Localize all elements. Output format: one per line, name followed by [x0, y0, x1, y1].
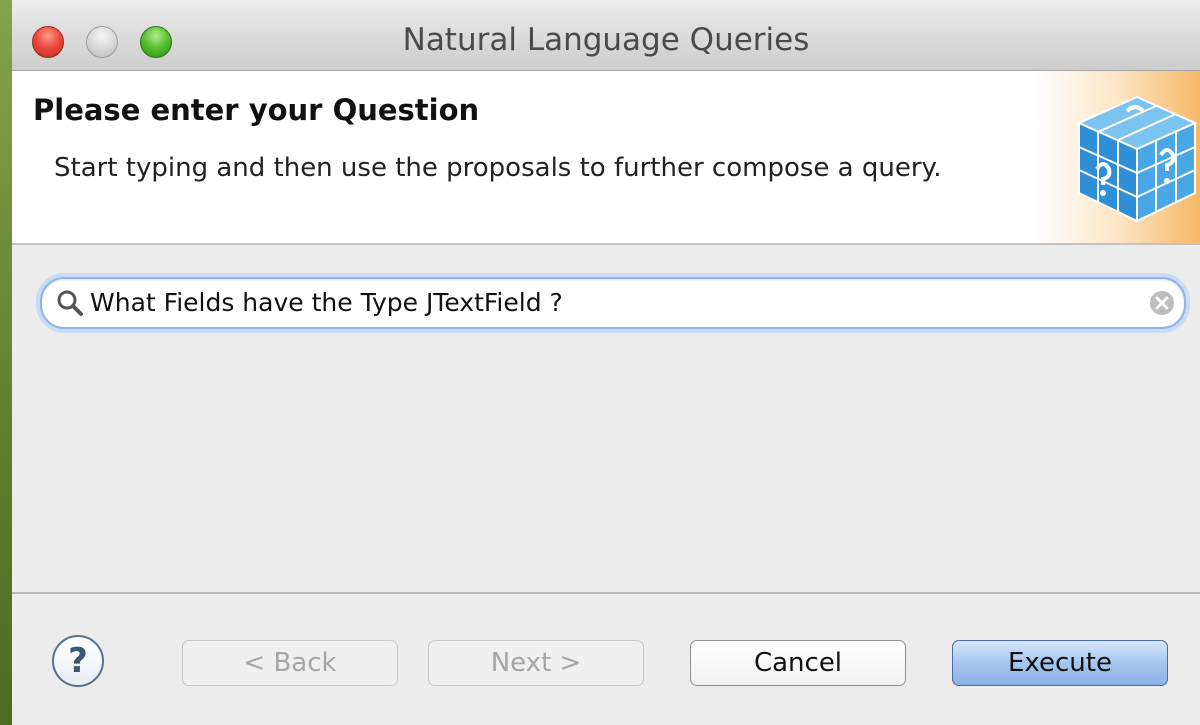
- query-cube-icon: [1067, 89, 1200, 233]
- cancel-button[interactable]: Cancel: [690, 640, 906, 686]
- page-title: Please enter your Question: [33, 93, 480, 127]
- help-button[interactable]: ?: [52, 635, 104, 687]
- execute-button[interactable]: Execute: [952, 640, 1168, 686]
- header-banner: Please enter your Question Start typing …: [12, 71, 1200, 245]
- query-input[interactable]: [90, 285, 1130, 319]
- clear-icon[interactable]: [1148, 289, 1176, 321]
- title-bar[interactable]: Natural Language Queries: [12, 0, 1200, 71]
- page-description: Start typing and then use the proposals …: [54, 153, 942, 183]
- window-title: Natural Language Queries: [402, 22, 810, 58]
- query-search-box[interactable]: [40, 277, 1186, 329]
- next-button[interactable]: Next >: [428, 640, 644, 686]
- search-icon: [56, 289, 84, 321]
- dialog-window: Natural Language Queries Please enter yo…: [12, 0, 1200, 725]
- footer-divider: [12, 592, 1200, 594]
- back-button[interactable]: < Back: [182, 640, 398, 686]
